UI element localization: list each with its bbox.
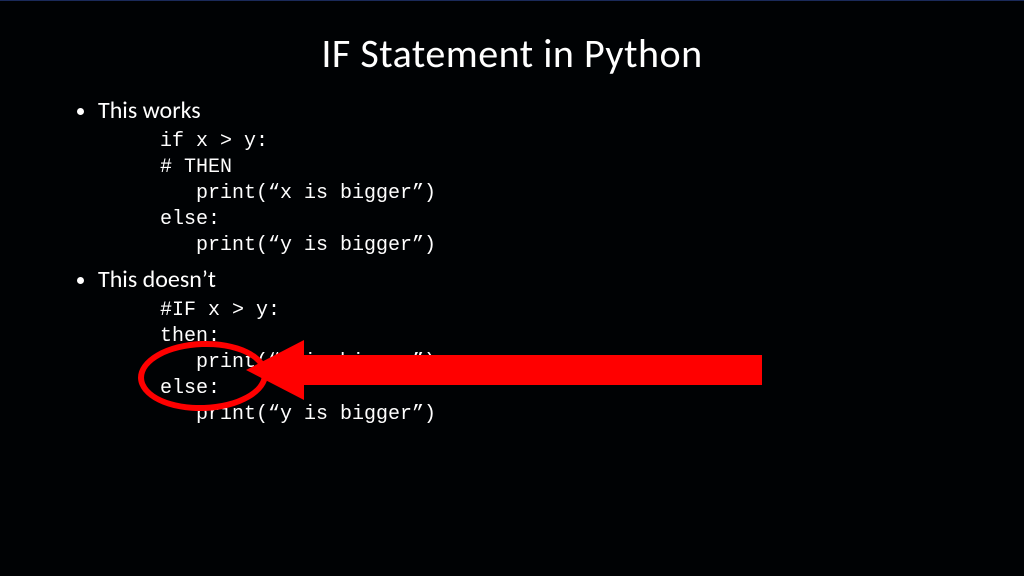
code-block-doesnt: #IF x > y: then: print(“x is bigger”) el… xyxy=(70,298,954,428)
page-title: IF Statement in Python xyxy=(70,29,954,78)
bullet-works: This works xyxy=(98,96,954,125)
bullet-list: This doesn’t xyxy=(70,265,954,294)
bullet-list: This works xyxy=(70,96,954,125)
bullet-doesnt: This doesn’t xyxy=(98,265,954,294)
slide: IF Statement in Python This works if x >… xyxy=(0,0,1024,576)
code-block-works: if x > y: # THEN print(“x is bigger”) el… xyxy=(70,129,954,259)
